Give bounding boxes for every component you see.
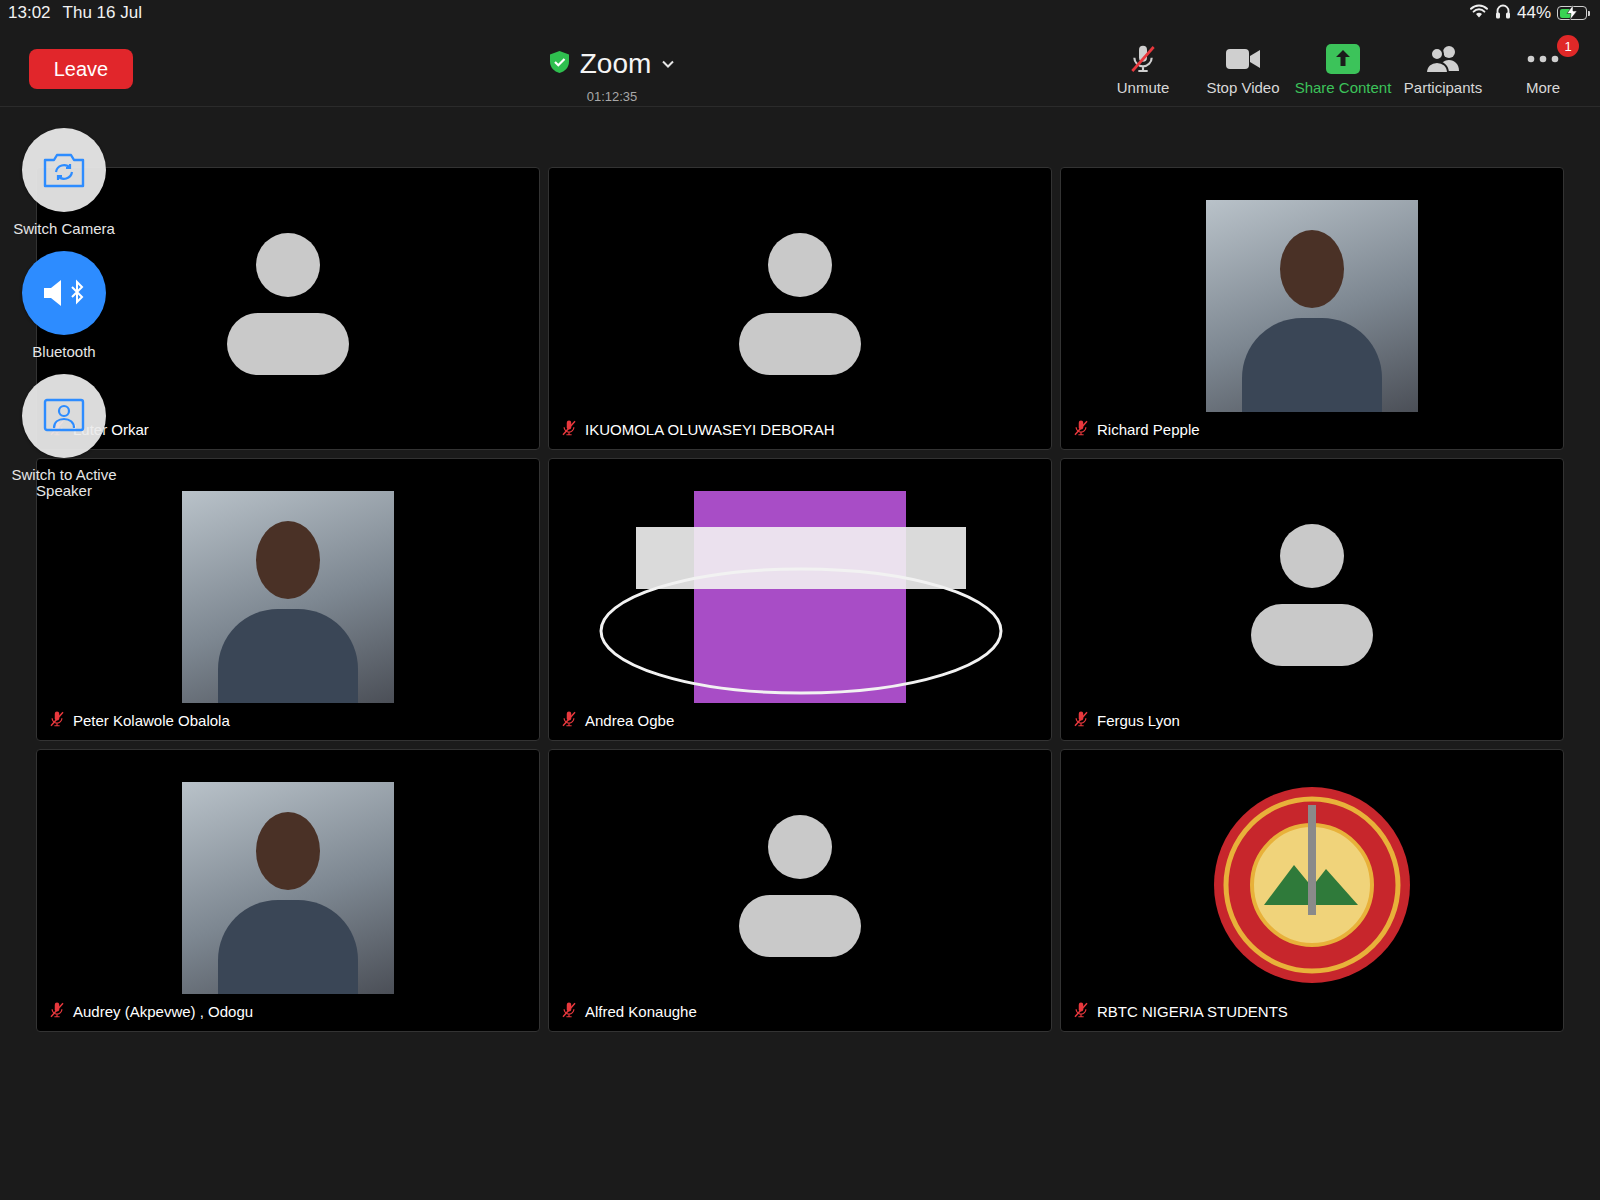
muted-mic-icon xyxy=(48,1001,66,1022)
participant-name-bar: Alfred Konaughe xyxy=(560,1001,697,1022)
participant-name-bar: Audrey (Akpevwe) , Odogu xyxy=(48,1001,253,1022)
participant-tile[interactable]: Audrey (Akpevwe) , Odogu xyxy=(36,749,540,1032)
button-label: Unmute xyxy=(1117,79,1170,96)
profile-photo xyxy=(182,491,394,703)
avatar-head-icon xyxy=(1280,524,1344,588)
participant-name: Audrey (Akpevwe) , Odogu xyxy=(73,1003,253,1020)
avatar-head-icon xyxy=(768,233,832,297)
participant-name-bar: IKUOMOLA OLUWASEYI DEBORAH xyxy=(560,419,835,440)
muted-mic-icon xyxy=(1072,419,1090,440)
participant-name: Fergus Lyon xyxy=(1097,712,1180,729)
participant-name: Richard Pepple xyxy=(1097,421,1200,438)
participant-name: RBTC NIGERIA STUDENTS xyxy=(1097,1003,1288,1020)
mic-icon xyxy=(1125,43,1161,75)
participant-name-bar: Andrea Ogbe xyxy=(560,710,674,731)
button-label: More xyxy=(1526,79,1560,96)
notification-badge: 1 xyxy=(1557,35,1579,57)
meeting-toolbar: Leave Zoom 01:12:35 Unmute Stop Video Share C… xyxy=(0,26,1600,107)
participant-name-bar: Peter Kolawole Obalola xyxy=(48,710,230,731)
battery-percent: 44% xyxy=(1517,3,1551,23)
muted-mic-icon xyxy=(1072,710,1090,731)
avatar-head-icon xyxy=(768,815,832,879)
participant-name: Peter Kolawole Obalola xyxy=(73,712,230,729)
muted-mic-icon xyxy=(560,710,578,731)
control-label: Switch to Active Speaker xyxy=(6,467,122,499)
leave-button[interactable]: Leave xyxy=(29,49,133,89)
video-icon xyxy=(1225,43,1261,75)
avatar-body-icon xyxy=(739,313,861,375)
video-button[interactable]: Stop Video xyxy=(1193,43,1293,96)
participants-button[interactable]: Participants xyxy=(1393,43,1493,96)
speaker-icon[interactable] xyxy=(22,374,106,458)
speaker-control[interactable]: Switch to Active Speaker xyxy=(6,374,122,499)
clock: 13:02 xyxy=(8,3,51,23)
participants-icon xyxy=(1425,43,1461,75)
participant-tile[interactable]: Luter Orkar xyxy=(36,167,540,450)
control-label: Bluetooth xyxy=(6,344,122,360)
video-grid: Luter Orkar IKUOMOLA OLUWASEYI DEBORAH Ric… xyxy=(0,107,1600,1032)
participant-name-bar: RBTC NIGERIA STUDENTS xyxy=(1072,1001,1288,1022)
floating-controls: Switch Camera Bluetooth Switch to Active S… xyxy=(6,128,122,499)
bolt-icon xyxy=(1566,5,1578,20)
meeting-title[interactable]: Zoom xyxy=(580,48,652,80)
participant-tile[interactable]: Andrea Ogbe xyxy=(548,458,1052,741)
participant-tile[interactable]: IKUOMOLA OLUWASEYI DEBORAH xyxy=(548,167,1052,450)
camera-icon[interactable] xyxy=(22,128,106,212)
participant-name: Alfred Konaughe xyxy=(585,1003,697,1020)
participant-name-bar: Fergus Lyon xyxy=(1072,710,1180,731)
mic-button[interactable]: Unmute xyxy=(1093,43,1193,96)
bluetooth-icon[interactable] xyxy=(22,251,106,335)
button-label: Share Content xyxy=(1295,79,1392,96)
headphones-icon xyxy=(1495,3,1511,24)
participant-name-bar: Richard Pepple xyxy=(1072,419,1200,440)
status-bar: 13:02 Thu 16 Jul 44% xyxy=(0,0,1600,26)
meeting-info: Zoom 01:12:35 xyxy=(512,48,712,104)
camera-control[interactable]: Switch Camera xyxy=(6,128,122,237)
avatar-body-icon xyxy=(1251,604,1373,666)
profile-logo xyxy=(694,491,906,703)
button-label: Stop Video xyxy=(1206,79,1279,96)
meeting-timer: 01:12:35 xyxy=(587,89,638,104)
date: Thu 16 Jul xyxy=(63,3,142,23)
more-button[interactable]: More1 xyxy=(1493,43,1593,96)
control-label: Switch Camera xyxy=(6,221,122,237)
participant-tile[interactable]: Richard Pepple xyxy=(1060,167,1564,450)
shield-icon xyxy=(549,50,570,78)
avatar-head-icon xyxy=(256,233,320,297)
chevron-down-icon[interactable] xyxy=(661,55,675,73)
avatar-body-icon xyxy=(227,313,349,375)
participant-tile[interactable]: Fergus Lyon xyxy=(1060,458,1564,741)
participant-name: IKUOMOLA OLUWASEYI DEBORAH xyxy=(585,421,835,438)
button-label: Participants xyxy=(1404,79,1482,96)
participant-tile[interactable]: Alfred Konaughe xyxy=(548,749,1052,1032)
muted-mic-icon xyxy=(48,710,66,731)
share-icon xyxy=(1325,43,1361,75)
participant-tile[interactable]: RBTC NIGERIA STUDENTS xyxy=(1060,749,1564,1032)
more-icon xyxy=(1525,43,1561,75)
bluetooth-control[interactable]: Bluetooth xyxy=(6,251,122,360)
share-button[interactable]: Share Content xyxy=(1293,43,1393,96)
avatar-body-icon xyxy=(739,895,861,957)
profile-photo xyxy=(182,782,394,994)
profile-photo xyxy=(1206,200,1418,412)
profile-seal-logo xyxy=(1206,782,1418,994)
battery-icon xyxy=(1557,6,1587,20)
muted-mic-icon xyxy=(560,419,578,440)
muted-mic-icon xyxy=(1072,1001,1090,1022)
participant-tile[interactable]: Peter Kolawole Obalola xyxy=(36,458,540,741)
wifi-icon xyxy=(1469,3,1489,23)
muted-mic-icon xyxy=(560,1001,578,1022)
participant-name: Andrea Ogbe xyxy=(585,712,674,729)
